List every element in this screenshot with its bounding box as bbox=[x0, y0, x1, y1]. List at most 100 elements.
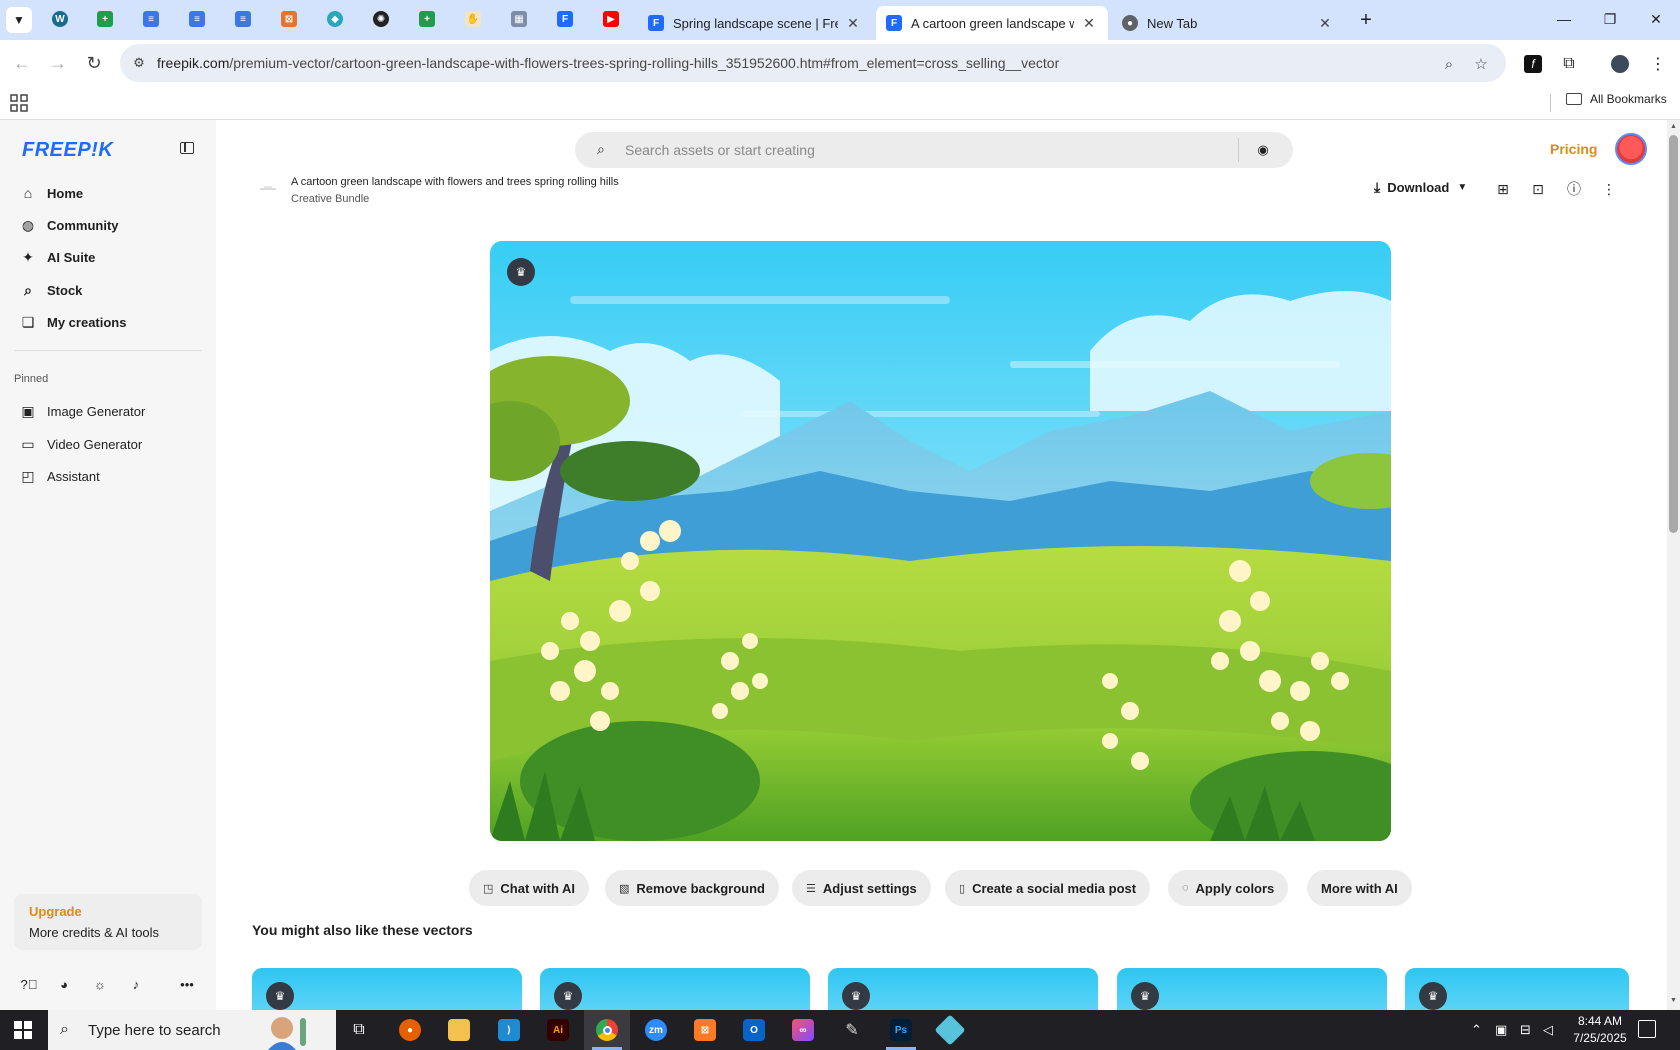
close-icon[interactable]: ✕ bbox=[844, 14, 862, 32]
add-to-collection-icon[interactable]: ⊞ bbox=[1493, 179, 1513, 199]
pinned-tab[interactable]: + bbox=[416, 8, 438, 30]
illustrator-taskbar-icon[interactable]: Ai bbox=[543, 1015, 573, 1045]
new-tab-button[interactable]: + bbox=[1354, 8, 1378, 32]
pinned-tab[interactable]: ⊠ bbox=[278, 8, 300, 30]
related-vector-card[interactable]: ♛ bbox=[540, 968, 810, 1010]
related-vector-card[interactable]: ♛ bbox=[252, 968, 522, 1010]
site-settings-icon[interactable]: ⚙ bbox=[130, 54, 148, 72]
sidebar-item-stock[interactable]: ⌕ Stock bbox=[20, 277, 82, 303]
more-vertical-icon[interactable]: ⋮ bbox=[1599, 179, 1619, 199]
extensions-puzzle-icon[interactable]: ⧉ bbox=[1556, 51, 1582, 77]
download-button[interactable]: ⤓ Download ▼ bbox=[1374, 179, 1467, 196]
notifications-bell-icon[interactable]: ♪ bbox=[127, 975, 145, 993]
info-icon[interactable]: ⓘ bbox=[1564, 179, 1584, 199]
pinned-tab[interactable]: ≡ bbox=[140, 8, 162, 30]
pinned-tab[interactable]: ✺ bbox=[370, 8, 392, 30]
address-bar[interactable]: ⚙ freepik.com/premium-vector/cartoon-gre… bbox=[120, 44, 1506, 82]
main-preview-image[interactable]: ♛ bbox=[490, 241, 1391, 841]
profile-avatar[interactable] bbox=[1607, 51, 1633, 77]
sidebar-item-my-creations[interactable]: ❏ My creations bbox=[20, 309, 127, 335]
file-explorer-taskbar-icon[interactable] bbox=[444, 1015, 474, 1045]
pinned-tab[interactable]: + bbox=[94, 8, 116, 30]
network-icon[interactable]: ⊟ bbox=[1520, 1022, 1531, 1038]
pinned-tab[interactable]: W bbox=[49, 8, 71, 30]
close-window-button[interactable]: ✕ bbox=[1633, 4, 1679, 34]
bookmark-star-icon[interactable]: ☆ bbox=[1470, 53, 1492, 75]
app-taskbar-icon[interactable] bbox=[934, 1014, 966, 1046]
pinned-tab[interactable]: ≡ bbox=[186, 8, 208, 30]
scrollbar-thumb[interactable] bbox=[1669, 135, 1678, 533]
related-vector-card[interactable]: ♛ bbox=[1405, 968, 1629, 1010]
chrome-taskbar-icon[interactable] bbox=[592, 1015, 622, 1045]
freepik-logo[interactable]: FREEP!K bbox=[22, 139, 113, 162]
close-icon[interactable]: ✕ bbox=[1316, 14, 1334, 32]
apps-grid-icon[interactable] bbox=[10, 94, 28, 112]
create-social-post-button[interactable]: ▯ Create a social media post bbox=[945, 870, 1151, 906]
creative-cloud-taskbar-icon[interactable]: ∞ bbox=[788, 1015, 818, 1045]
close-icon[interactable]: ✕ bbox=[1080, 14, 1098, 32]
sidebar-item-assistant[interactable]: ◰ Assistant bbox=[20, 463, 99, 489]
theme-sun-icon[interactable]: ☼ bbox=[91, 975, 109, 993]
upgrade-card[interactable]: Upgrade More credits & AI tools bbox=[14, 894, 202, 950]
camera-search-icon[interactable]: ◉ bbox=[1254, 141, 1272, 159]
reload-button[interactable]: ↻ bbox=[80, 49, 108, 77]
tab-new-tab[interactable]: ● New Tab ✕ bbox=[1112, 6, 1344, 40]
tab-spring-landscape[interactable]: F Spring landscape scene | Free V ✕ bbox=[638, 6, 872, 40]
minimize-button[interactable]: — bbox=[1541, 4, 1587, 34]
tray-chevron-up-icon[interactable]: ⌃ bbox=[1471, 1022, 1482, 1038]
url-text[interactable]: freepik.com/premium-vector/cartoon-green… bbox=[157, 55, 1059, 71]
page-scrollbar[interactable]: ▲ ▼ bbox=[1667, 120, 1680, 1010]
firefox-taskbar-icon[interactable]: ● bbox=[395, 1015, 425, 1045]
volume-icon[interactable]: ◁ bbox=[1543, 1022, 1553, 1038]
sidebar-item-home[interactable]: ⌂ Home bbox=[20, 180, 83, 206]
tab-cartoon-landscape[interactable]: F A cartoon green landscape with ✕ bbox=[876, 6, 1108, 40]
related-vector-card[interactable]: ♛ bbox=[1117, 968, 1387, 1010]
creator-logo-thumbnail[interactable] bbox=[258, 183, 278, 195]
tab-search-button[interactable]: ▼ bbox=[6, 7, 32, 33]
more-with-ai-button[interactable]: More with AI bbox=[1307, 870, 1412, 906]
discord-icon[interactable]: ◕ bbox=[55, 975, 73, 993]
related-vector-card[interactable]: ♛ bbox=[828, 968, 1098, 1010]
task-view-icon[interactable]: ⧉ bbox=[344, 1015, 374, 1045]
zoom-taskbar-icon[interactable]: zm bbox=[641, 1015, 671, 1045]
remove-background-button[interactable]: ▧ Remove background bbox=[605, 870, 779, 906]
pinned-tab[interactable]: ▦ bbox=[508, 8, 530, 30]
sidebar-item-image-generator[interactable]: ▣ Image Generator bbox=[20, 398, 145, 424]
resource-author[interactable]: Creative Bundle bbox=[291, 193, 369, 205]
apply-colors-button[interactable]: ◌ Apply colors bbox=[1168, 870, 1289, 906]
help-icon[interactable]: ?⃝ bbox=[20, 975, 38, 993]
user-avatar[interactable] bbox=[1615, 133, 1647, 165]
tray-app-icon[interactable]: ▣ bbox=[1495, 1022, 1507, 1038]
adjust-settings-button[interactable]: ☰ Adjust settings bbox=[792, 870, 931, 906]
sidebar-collapse-icon[interactable] bbox=[180, 142, 194, 154]
sidebar-item-community[interactable]: ◍ Community bbox=[20, 212, 119, 238]
scroll-up-icon[interactable]: ▲ bbox=[1670, 123, 1677, 130]
pinned-tab[interactable]: ✋ bbox=[462, 8, 484, 30]
search-input[interactable] bbox=[625, 139, 1185, 161]
all-bookmarks-button[interactable]: All Bookmarks bbox=[1566, 92, 1667, 106]
save-to-library-icon[interactable]: ⊡ bbox=[1528, 179, 1548, 199]
vscode-taskbar-icon[interactable]: ⟩ bbox=[494, 1015, 524, 1045]
chat-with-ai-button[interactable]: ◳ Chat with AI bbox=[469, 870, 590, 906]
windows-start-icon[interactable] bbox=[14, 1021, 32, 1039]
xampp-taskbar-icon[interactable]: ⊠ bbox=[690, 1015, 720, 1045]
zoom-icon[interactable]: ⌕ bbox=[1438, 53, 1460, 75]
scroll-down-icon[interactable]: ▼ bbox=[1670, 997, 1677, 1004]
notification-center-icon[interactable] bbox=[1638, 1020, 1656, 1038]
sidebar-item-ai-suite[interactable]: ✦ AI Suite bbox=[20, 244, 95, 270]
photoshop-taskbar-icon[interactable]: Ps bbox=[886, 1015, 916, 1045]
chrome-menu-button[interactable]: ⋮ bbox=[1645, 51, 1671, 77]
restore-button[interactable]: ❐ bbox=[1587, 4, 1633, 34]
pinned-tab[interactable]: ▶ bbox=[600, 8, 622, 30]
back-button[interactable]: ← bbox=[8, 49, 36, 77]
pen-tool-taskbar-icon[interactable]: ✎ bbox=[837, 1015, 867, 1045]
forward-button[interactable]: → bbox=[44, 49, 72, 77]
taskbar-search-box[interactable]: ⌕ Type here to search bbox=[48, 1010, 336, 1050]
sidebar-item-video-generator[interactable]: ▭ Video Generator bbox=[20, 431, 142, 457]
system-clock[interactable]: 8:44 AM 7/25/2025 bbox=[1570, 1013, 1630, 1047]
extension-fonts-icon[interactable]: f bbox=[1520, 51, 1546, 77]
outlook-taskbar-icon[interactable]: O bbox=[739, 1015, 769, 1045]
more-horizontal-icon[interactable]: ••• bbox=[178, 975, 196, 993]
pricing-link[interactable]: Pricing bbox=[1550, 141, 1597, 157]
pinned-tab[interactable]: ◆ bbox=[324, 8, 346, 30]
